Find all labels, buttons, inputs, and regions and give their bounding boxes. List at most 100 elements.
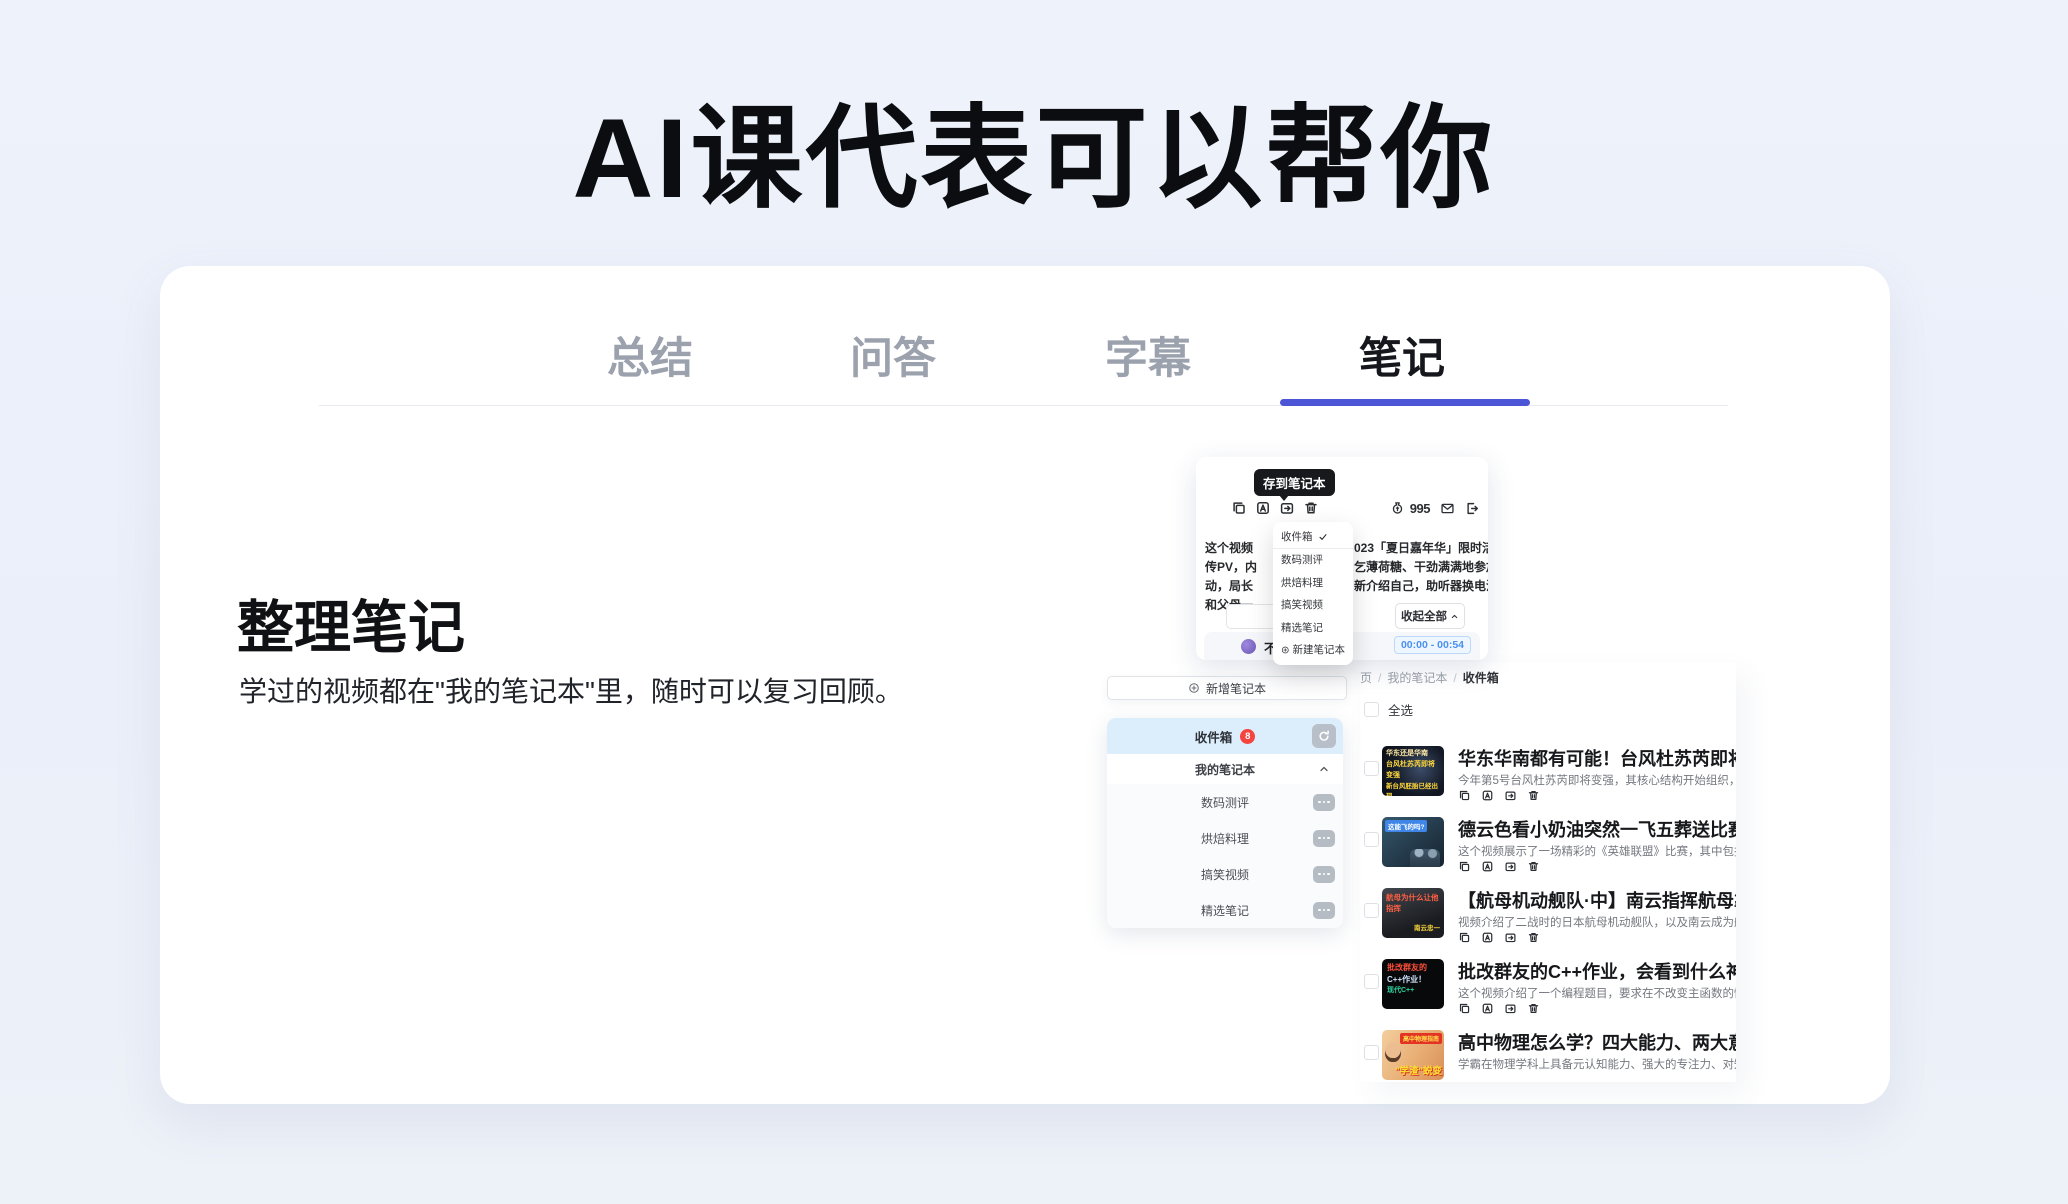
note-checkbox[interactable] [1364, 903, 1379, 918]
collapse-all-button[interactable]: 收起全部 [1395, 603, 1465, 629]
copy-icon[interactable] [1458, 931, 1471, 944]
summary-doc-icon[interactable] [1481, 931, 1494, 944]
breadcrumb-my-notebooks[interactable]: 我的笔记本 [1387, 669, 1447, 686]
chevron-up-icon [1450, 612, 1459, 621]
dropdown-item[interactable]: 精选笔记 [1273, 616, 1353, 639]
notebook-dropdown: 收件箱 数码测评 烘焙料理 搞笑视频 精选笔记 新建笔记本 [1273, 522, 1353, 665]
summary-doc-icon[interactable] [1255, 500, 1271, 516]
breadcrumb-root[interactable]: 页 [1360, 669, 1372, 686]
note-title[interactable]: 高中物理怎么学？四大能力、两大意识， [1458, 1029, 1736, 1055]
refresh-button[interactable] [1312, 724, 1336, 748]
summary-text: 传PV，内 [1205, 558, 1257, 575]
breadcrumb: 页 / 我的笔记本 / 收件箱 [1360, 669, 1499, 686]
note-title[interactable]: 德云色看小奶油突然一飞五葬送比赛：区 [1458, 816, 1736, 842]
dropdown-item[interactable]: 搞笑视频 [1273, 594, 1353, 617]
note-thumbnail[interactable]: 这能飞的吗? [1382, 817, 1444, 867]
delete-icon[interactable] [1527, 789, 1540, 802]
timestamp-chip[interactable]: 00:00 - 00:54 [1394, 636, 1471, 654]
thumb-text: 批改群友的 [1387, 962, 1439, 974]
note-checkbox[interactable] [1364, 832, 1379, 847]
move-to-notebook-icon[interactable] [1504, 860, 1517, 873]
note-header-right: 995 [1390, 501, 1479, 516]
select-all-checkbox[interactable] [1364, 702, 1379, 717]
note-actions [1458, 931, 1540, 944]
select-all-label: 全选 [1388, 700, 1413, 719]
note-actions [1458, 789, 1540, 802]
sidebar-item-notebook[interactable]: 精选笔记 [1107, 892, 1343, 928]
notebook-label: 数码测评 [1201, 794, 1249, 811]
summary-doc-icon[interactable] [1481, 789, 1494, 802]
note-title[interactable]: 华东华南都有可能！台风杜苏芮即将变强 [1458, 745, 1736, 771]
note-title[interactable]: 【航母机动舰队·中】南云指挥航母靠能力 [1458, 887, 1736, 913]
logout-icon[interactable] [1464, 501, 1479, 516]
tab-notes[interactable]: 笔记 [1359, 324, 1445, 386]
thumb-text: 新台风胚胎已经出现 [1386, 782, 1440, 796]
sidebar-item-notebook[interactable]: 数码测评 [1107, 784, 1343, 820]
dropdown-item[interactable]: 烘焙料理 [1273, 571, 1353, 594]
sidebar-item-inbox[interactable]: 收件箱 8 [1107, 718, 1343, 754]
add-notebook-button[interactable]: 新增笔记本 [1107, 676, 1347, 700]
notebook-label: 精选笔记 [1201, 902, 1249, 919]
inbox-label: 收件箱 [1195, 727, 1233, 746]
note-list-item: 批改群友的 C++作业！ 现代C++ 批改群友的C++作业，会看到什么神奇的 这… [1360, 958, 1736, 1029]
sidebar-item-notebook[interactable]: 烘焙料理 [1107, 820, 1343, 856]
note-thumbnail[interactable]: 航母为什么让他指挥 南云忠一 [1382, 888, 1444, 938]
note-checkbox[interactable] [1364, 761, 1379, 776]
summary-doc-icon[interactable] [1481, 1002, 1494, 1015]
delete-icon[interactable] [1527, 1002, 1540, 1015]
dropdown-item-inbox[interactable]: 收件箱 [1273, 526, 1353, 549]
feature-heading: 整理笔记 [237, 582, 465, 664]
more-options-button[interactable] [1313, 902, 1335, 919]
save-to-notebook-icon[interactable] [1279, 500, 1295, 516]
dropdown-item-label: 烘焙料理 [1281, 575, 1323, 590]
notes-list-screenshot: 页 / 我的笔记本 / 收件箱 全选 华东还是华南 台风杜苏芮即将变强 新台风胚… [1360, 662, 1736, 1082]
note-thumbnail[interactable]: 批改群友的 C++作业！ 现代C++ [1382, 959, 1444, 1009]
thumb-badge: 高中物理指南 [1400, 1033, 1442, 1044]
move-to-notebook-icon[interactable] [1504, 1002, 1517, 1015]
mail-icon[interactable] [1440, 501, 1455, 516]
move-to-notebook-icon[interactable] [1504, 931, 1517, 944]
more-options-button[interactable] [1313, 830, 1335, 847]
move-to-notebook-icon[interactable] [1504, 789, 1517, 802]
dropdown-item-new-notebook[interactable]: 新建笔记本 [1273, 639, 1353, 662]
note-summary: 学霸在物理学科上具备元认知能力、强大的专注力、对知识和逻 [1458, 1056, 1736, 1072]
refresh-icon [1317, 729, 1331, 743]
more-options-button[interactable] [1313, 794, 1335, 811]
my-notebooks-group[interactable]: 我的笔记本 [1107, 754, 1343, 784]
delete-icon[interactable] [1527, 860, 1540, 873]
note-list-item: 华东还是华南 台风杜苏芮即将变强 新台风胚胎已经出现 华东华南都有可能！台风杜苏… [1360, 745, 1736, 816]
note-checkbox[interactable] [1364, 974, 1379, 989]
note-summary: 这个视频介绍了一个编程题目，要求在不改变主函数的情况下， [1458, 985, 1736, 1001]
note-actions [1458, 1002, 1540, 1015]
summary-text: 动，局长 [1205, 577, 1253, 594]
copy-icon[interactable] [1458, 789, 1471, 802]
tab-summary[interactable]: 总结 [607, 324, 693, 386]
delete-icon[interactable] [1303, 500, 1319, 516]
feature-description: 学过的视频都在"我的笔记本"里，随时可以复习回顾。 [239, 670, 903, 710]
sidebar-item-notebook[interactable]: 搞笑视频 [1107, 856, 1343, 892]
copy-icon[interactable] [1231, 500, 1247, 516]
tab-qa[interactable]: 问答 [850, 324, 936, 386]
notebook-label: 搞笑视频 [1201, 866, 1249, 883]
note-checkbox[interactable] [1364, 1045, 1379, 1060]
summary-text: 乞薄荷糖、干劲满满地参加活 [1354, 558, 1488, 575]
note-summary: 今年第5号台风杜苏芮即将变强，其核心结构开始组织，水汽能 [1458, 772, 1736, 788]
hidden-button[interactable] [1226, 604, 1278, 629]
note-thumbnail[interactable]: 高中物理指南 "学渣"蜕变 [1382, 1030, 1444, 1080]
thumb-text: 台风杜苏芮即将变强 [1386, 760, 1440, 782]
thumb-text: 南云忠一 [1386, 922, 1440, 932]
chevron-up-icon[interactable] [1318, 763, 1330, 775]
tab-subtitles[interactable]: 字幕 [1105, 324, 1191, 386]
more-options-button[interactable] [1313, 866, 1335, 883]
summary-doc-icon[interactable] [1481, 860, 1494, 873]
delete-icon[interactable] [1527, 931, 1540, 944]
landing-page: AI课代表可以帮你 总结 问答 字幕 笔记 整理笔记 学过的视频都在"我的笔记本… [0, 0, 2068, 1204]
plus-circle-icon [1281, 645, 1290, 655]
copy-icon[interactable] [1458, 1002, 1471, 1015]
dropdown-item[interactable]: 数码测评 [1273, 549, 1353, 572]
thumb-text: "学渣"蜕变 [1395, 1063, 1442, 1077]
note-thumbnail[interactable]: 华东还是华南 台风杜苏芮即将变强 新台风胚胎已经出现 [1382, 746, 1444, 796]
note-title[interactable]: 批改群友的C++作业，会看到什么神奇的 [1458, 958, 1736, 984]
copy-icon[interactable] [1458, 860, 1471, 873]
dropdown-item-label: 搞笑视频 [1281, 597, 1323, 612]
